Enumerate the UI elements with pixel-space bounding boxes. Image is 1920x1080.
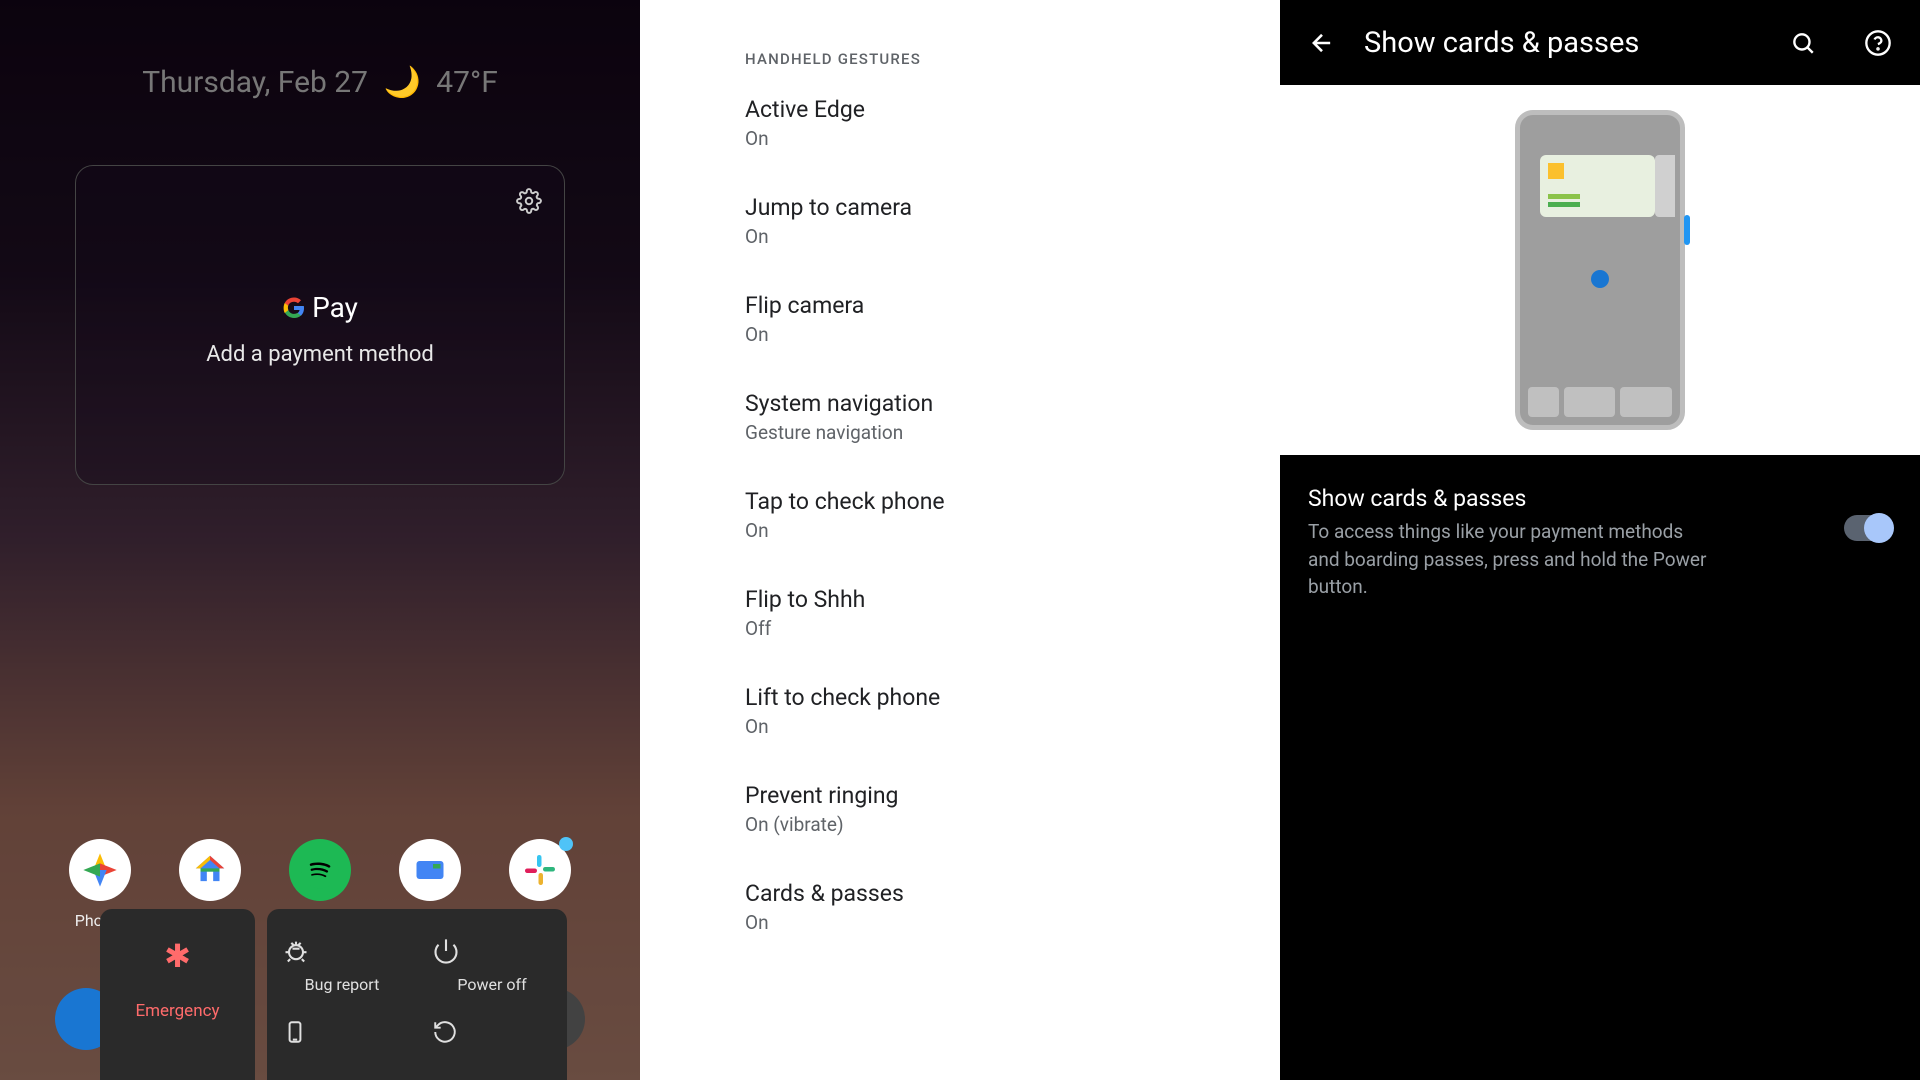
home-icon (179, 839, 241, 901)
photos-icon (69, 839, 131, 901)
setting-sub: On (vibrate) (745, 813, 1240, 836)
setting-title: Flip to Shhh (745, 586, 1240, 613)
gpay-brand-text: Pay (312, 291, 358, 324)
setting-description: To access things like your payment metho… (1308, 518, 1708, 601)
back-icon[interactable] (1308, 29, 1336, 57)
setting-item[interactable]: Prevent ringing On (vibrate) (745, 782, 1240, 836)
cards-passes-panel: Show cards & passes Show cards & passes … (1280, 0, 1920, 1080)
setting-sub: On (745, 127, 1240, 150)
power-off-button[interactable]: Power off (432, 937, 552, 994)
setting-sub: On (745, 519, 1240, 542)
setting-sub: Gesture navigation (745, 421, 1240, 444)
date-weather-row: Thursday, Feb 27 🌙 47°F (0, 65, 640, 100)
mock-card (1540, 155, 1655, 217)
date-text: Thursday, Feb 27 (142, 65, 368, 100)
setting-item[interactable]: Lift to check phone On (745, 684, 1240, 738)
gear-icon[interactable] (516, 188, 542, 214)
setting-title: System navigation (745, 390, 1240, 417)
setting-title: Cards & passes (745, 880, 1240, 907)
power-off-label: Power off (432, 975, 552, 994)
illustration-area (1280, 85, 1920, 455)
power-menu: ✱ Emergency Bug report Power off (100, 909, 567, 1080)
restart-button[interactable] (432, 1019, 552, 1055)
gpay-card[interactable]: Pay Add a payment method (75, 165, 565, 485)
setting-item[interactable]: Flip camera On (745, 292, 1240, 346)
setting-title: Active Edge (745, 96, 1240, 123)
setting-item[interactable]: Active Edge On (745, 96, 1240, 150)
mock-dot (1591, 270, 1609, 288)
setting-sub: Off (745, 617, 1240, 640)
temperature-text: 47°F (436, 65, 498, 100)
setting-title: Tap to check phone (745, 488, 1240, 515)
settings-list: Active EdgeOnJump to cameraOnFlip camera… (745, 96, 1240, 934)
emergency-card[interactable]: ✱ Emergency (100, 909, 255, 1080)
mock-nav (1528, 387, 1672, 417)
setting-title: Prevent ringing (745, 782, 1240, 809)
setting-item[interactable]: Cards & passes On (745, 880, 1240, 934)
setting-sub: On (745, 715, 1240, 738)
setting-item[interactable]: System navigation Gesture navigation (745, 390, 1240, 444)
setting-item[interactable]: Jump to camera On (745, 194, 1240, 248)
screenshot-icon (282, 1019, 402, 1045)
page-title: Show cards & passes (1364, 26, 1762, 60)
help-icon[interactable] (1864, 29, 1892, 57)
bug-report-label: Bug report (282, 975, 402, 994)
skit-icon (399, 839, 461, 901)
emergency-icon: ✱ (100, 937, 255, 975)
toggle-switch[interactable] (1844, 515, 1892, 541)
gpay-logo: Pay (282, 291, 358, 324)
power-options-card: Bug report Power off (267, 909, 567, 1080)
panel3-header: Show cards & passes (1280, 0, 1920, 85)
cards-passes-toggle-row[interactable]: Show cards & passes To access things lik… (1280, 455, 1920, 631)
setting-title: Flip camera (745, 292, 1240, 319)
setting-title: Show cards & passes (1308, 485, 1824, 512)
setting-item[interactable]: Flip to Shhh Off (745, 586, 1240, 640)
power-icon (432, 937, 552, 965)
restart-icon (432, 1019, 552, 1045)
setting-sub: On (745, 323, 1240, 346)
gpay-subtitle: Add a payment method (76, 342, 564, 367)
search-icon[interactable] (1790, 30, 1816, 56)
setting-title: Lift to check phone (745, 684, 1240, 711)
bug-report-button[interactable]: Bug report (282, 937, 402, 994)
setting-item[interactable]: Tap to check phone On (745, 488, 1240, 542)
phone-mockup (1515, 110, 1685, 430)
setting-sub: On (745, 911, 1240, 934)
moon-icon: 🌙 (383, 65, 420, 100)
mock-power-button (1684, 215, 1690, 245)
mock-card-2 (1655, 155, 1675, 217)
emergency-label: Emergency (100, 1001, 255, 1021)
setting-sub: On (745, 225, 1240, 248)
setting-title: Jump to camera (745, 194, 1240, 221)
toggle-knob (1864, 513, 1894, 543)
section-header: HANDHELD GESTURES (745, 50, 1240, 68)
slack-icon (509, 839, 571, 901)
gpay-content: Pay Add a payment method (76, 291, 564, 367)
notification-badge (559, 837, 573, 851)
screenshot-button[interactable] (282, 1019, 402, 1055)
spotify-icon (289, 839, 351, 901)
bug-icon (282, 937, 402, 965)
lock-screen-panel: Thursday, Feb 27 🌙 47°F Pay Add a paymen… (0, 0, 640, 1080)
gestures-settings-panel: HANDHELD GESTURES Active EdgeOnJump to c… (640, 0, 1280, 1080)
